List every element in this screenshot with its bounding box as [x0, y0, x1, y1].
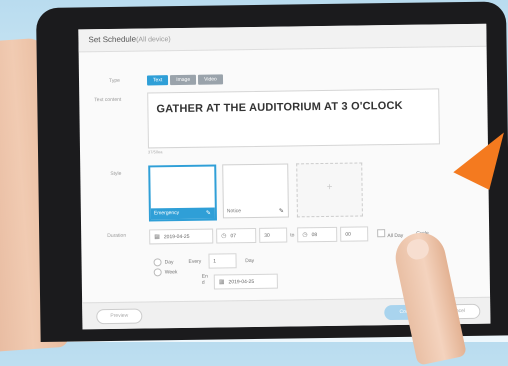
end-minute-value: 00	[345, 231, 351, 238]
style-option-emergency[interactable]: Emergency ✎	[148, 164, 217, 222]
start-hour-field[interactable]: ◷ 07	[216, 227, 257, 244]
all-day-option[interactable]: All Day	[377, 228, 404, 239]
day-radio[interactable]	[153, 257, 162, 266]
all-day-label: All Day	[387, 232, 404, 239]
all-day-checkbox[interactable]	[377, 228, 386, 237]
style-option-notice[interactable]: Notice ✎	[222, 163, 289, 219]
start-minute-field[interactable]: 30	[259, 227, 288, 243]
plus-icon: +	[326, 181, 333, 193]
end-label: En d	[202, 274, 208, 286]
end-hour-field[interactable]: ◷ 08	[297, 226, 338, 243]
start-date-field[interactable]: ▦ 2019-04-25	[149, 228, 214, 245]
start-hour-value: 07	[230, 232, 237, 239]
day-label: Day	[164, 258, 174, 266]
tab-image[interactable]: Image	[170, 74, 197, 86]
end-date-value: 2019-04-25	[228, 278, 255, 285]
tab-video[interactable]: Video	[198, 74, 223, 85]
repeat-day-option[interactable]: Day	[153, 257, 174, 266]
add-style-button[interactable]: +	[296, 162, 363, 218]
dialog-title: Set Schedule	[88, 34, 137, 45]
type-tabs: Text Image Video	[146, 74, 223, 86]
repeat-week-row: Week	[153, 268, 178, 277]
duration-row: ▦ 2019-04-25 ◷ 07 30 to ◷ 08 00 All Day	[149, 226, 429, 245]
edit-icon[interactable]: ✎	[206, 210, 211, 217]
style-notice-label: Notice	[226, 208, 242, 215]
every-label: Every	[188, 258, 202, 265]
fingernail	[404, 237, 431, 262]
every-unit: Day	[245, 257, 255, 264]
week-radio[interactable]	[153, 268, 162, 277]
end-minute-field[interactable]: 00	[340, 226, 369, 242]
end-date-row: ▦ 2019-04-25	[213, 273, 278, 290]
duration-label: Duration	[107, 232, 127, 240]
text-content-input[interactable]: GATHER AT THE AUDITORIUM AT 3 O'CLOCK	[147, 88, 440, 149]
clock-icon: ◷	[302, 232, 308, 239]
preview-button[interactable]: Preview	[96, 308, 143, 325]
end-hour-value: 08	[311, 231, 318, 238]
every-value-field[interactable]: 1	[208, 253, 237, 269]
end-label-line-2: d	[201, 279, 205, 286]
style-emergency-label: Emergency	[153, 210, 180, 217]
to-label: to	[290, 231, 295, 238]
dialog-header: Set Schedule(All device)	[78, 23, 487, 53]
end-date-field[interactable]: ▦ 2019-04-25	[213, 273, 278, 290]
char-counter: 37/50ea	[147, 149, 163, 155]
style-label: Style	[110, 170, 122, 177]
calendar-icon: ▦	[218, 279, 225, 286]
week-label: Week	[164, 269, 178, 276]
type-label: Type	[108, 77, 120, 84]
every-value: 1	[213, 258, 217, 265]
clock-icon: ◷	[221, 233, 227, 240]
repeat-day-row: Day Every 1 Day	[153, 253, 254, 269]
text-content-value: GATHER AT THE AUDITORIUM AT 3 O'CLOCK	[156, 99, 403, 116]
edit-icon[interactable]: ✎	[279, 208, 284, 215]
start-minute-value: 30	[264, 232, 270, 239]
start-date-value: 2019-04-25	[163, 233, 190, 240]
text-content-label: Text content	[94, 96, 122, 104]
tab-text[interactable]: Text	[146, 75, 169, 86]
repeat-week-option[interactable]: Week	[153, 268, 178, 277]
calendar-icon: ▦	[154, 234, 160, 241]
dialog-subtitle: (All device)	[136, 36, 171, 44]
